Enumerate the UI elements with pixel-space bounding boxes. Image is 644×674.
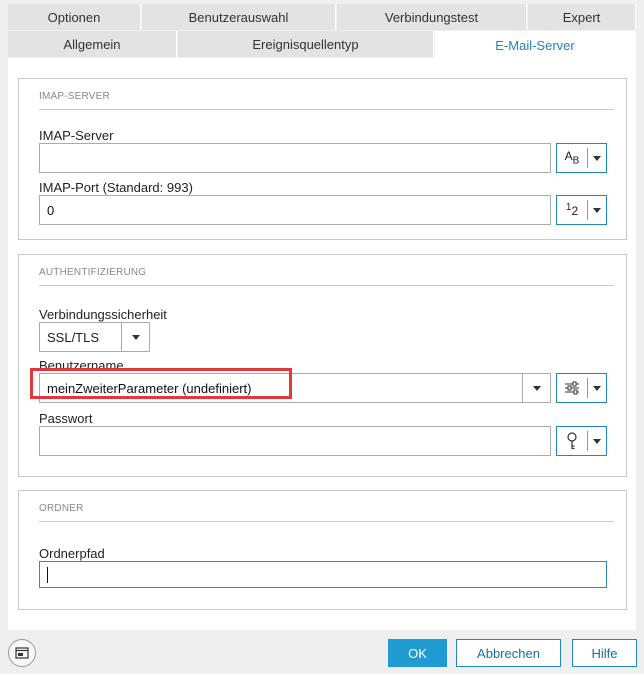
tab-label: E-Mail-Server — [495, 37, 575, 53]
tab-label: Verbindungstest — [384, 9, 479, 25]
imap-port-type-button[interactable]: 12 — [556, 195, 607, 225]
username-parameter-button[interactable] — [556, 373, 607, 403]
divider — [39, 285, 614, 286]
ok-button[interactable]: OK — [388, 639, 447, 667]
tab-optionen[interactable]: Optionen — [8, 4, 141, 30]
chevron-down-icon — [588, 207, 606, 213]
cancel-button[interactable]: Abbrechen — [456, 639, 561, 667]
connection-security-select[interactable]: SSL/TLS — [39, 322, 150, 352]
tab-label: Allgemein — [63, 36, 121, 52]
password-options-button[interactable] — [556, 426, 607, 456]
window-switch-icon[interactable] — [8, 639, 36, 667]
tab-expert[interactable]: Expert — [528, 4, 636, 30]
tab-label: Ereignisquellentyp — [252, 36, 359, 52]
key-icon — [557, 432, 587, 450]
tab-row-bottom: Allgemein Ereignisquellentyp E-Mail-Serv… — [0, 31, 644, 59]
tab-verbindungstest[interactable]: Verbindungstest — [337, 4, 527, 30]
tab-content-panel: IMAP-SERVER IMAP-Server AB IMAP-Port (St… — [8, 58, 636, 630]
chevron-down-icon — [588, 438, 606, 444]
imap-port-label: IMAP-Port (Standard: 993) — [39, 180, 193, 195]
folder-group: ORDNER Ordnerpfad — [18, 490, 627, 610]
tab-e-mail-server[interactable]: E-Mail-Server — [435, 31, 636, 59]
tab-allgemein[interactable]: Allgemein — [8, 31, 177, 57]
imap-server-group: IMAP-SERVER IMAP-Server AB IMAP-Port (St… — [18, 78, 627, 240]
authentication-group: AUTHENTIFIZIERUNG Verbindungssicherheit … — [18, 254, 627, 477]
connection-security-label: Verbindungssicherheit — [39, 307, 167, 322]
tab-row-top: Optionen Benutzerauswahl Verbindungstest… — [0, 4, 644, 30]
imap-server-label: IMAP-Server — [39, 128, 114, 143]
chevron-down-icon — [588, 155, 606, 161]
imap-server-input[interactable] — [39, 143, 551, 173]
password-input[interactable] — [39, 426, 551, 456]
parameter-sliders-icon — [557, 381, 587, 395]
tab-label: Optionen — [47, 9, 101, 25]
tab-benutzerauswahl[interactable]: Benutzerauswahl — [142, 4, 336, 30]
chevron-down-icon[interactable] — [522, 374, 550, 402]
tab-label: Expert — [562, 9, 601, 25]
divider — [39, 521, 614, 522]
group-title: ORDNER — [39, 503, 84, 514]
text-type-icon: AB — [564, 149, 580, 167]
tab-label: Benutzerauswahl — [188, 9, 289, 25]
group-title: IMAP-SERVER — [39, 91, 110, 102]
divider — [39, 109, 614, 110]
password-label: Passwort — [39, 411, 93, 426]
help-button[interactable]: Hilfe — [572, 639, 637, 667]
folder-path-input[interactable] — [39, 561, 607, 588]
chevron-down-icon — [588, 385, 606, 391]
number-type-icon: 12 — [565, 202, 579, 218]
group-title: AUTHENTIFIZIERUNG — [39, 267, 147, 278]
connection-security-value: SSL/TLS — [47, 329, 100, 345]
folder-path-label: Ordnerpfad — [39, 546, 105, 561]
imap-port-input[interactable]: 0 — [39, 195, 551, 225]
highlight-box — [30, 368, 292, 399]
imap-server-type-button[interactable]: AB — [556, 143, 607, 173]
text-cursor — [47, 566, 48, 583]
tab-ereignisquellentyp[interactable]: Ereignisquellentyp — [178, 31, 434, 57]
chevron-down-icon — [121, 323, 149, 351]
